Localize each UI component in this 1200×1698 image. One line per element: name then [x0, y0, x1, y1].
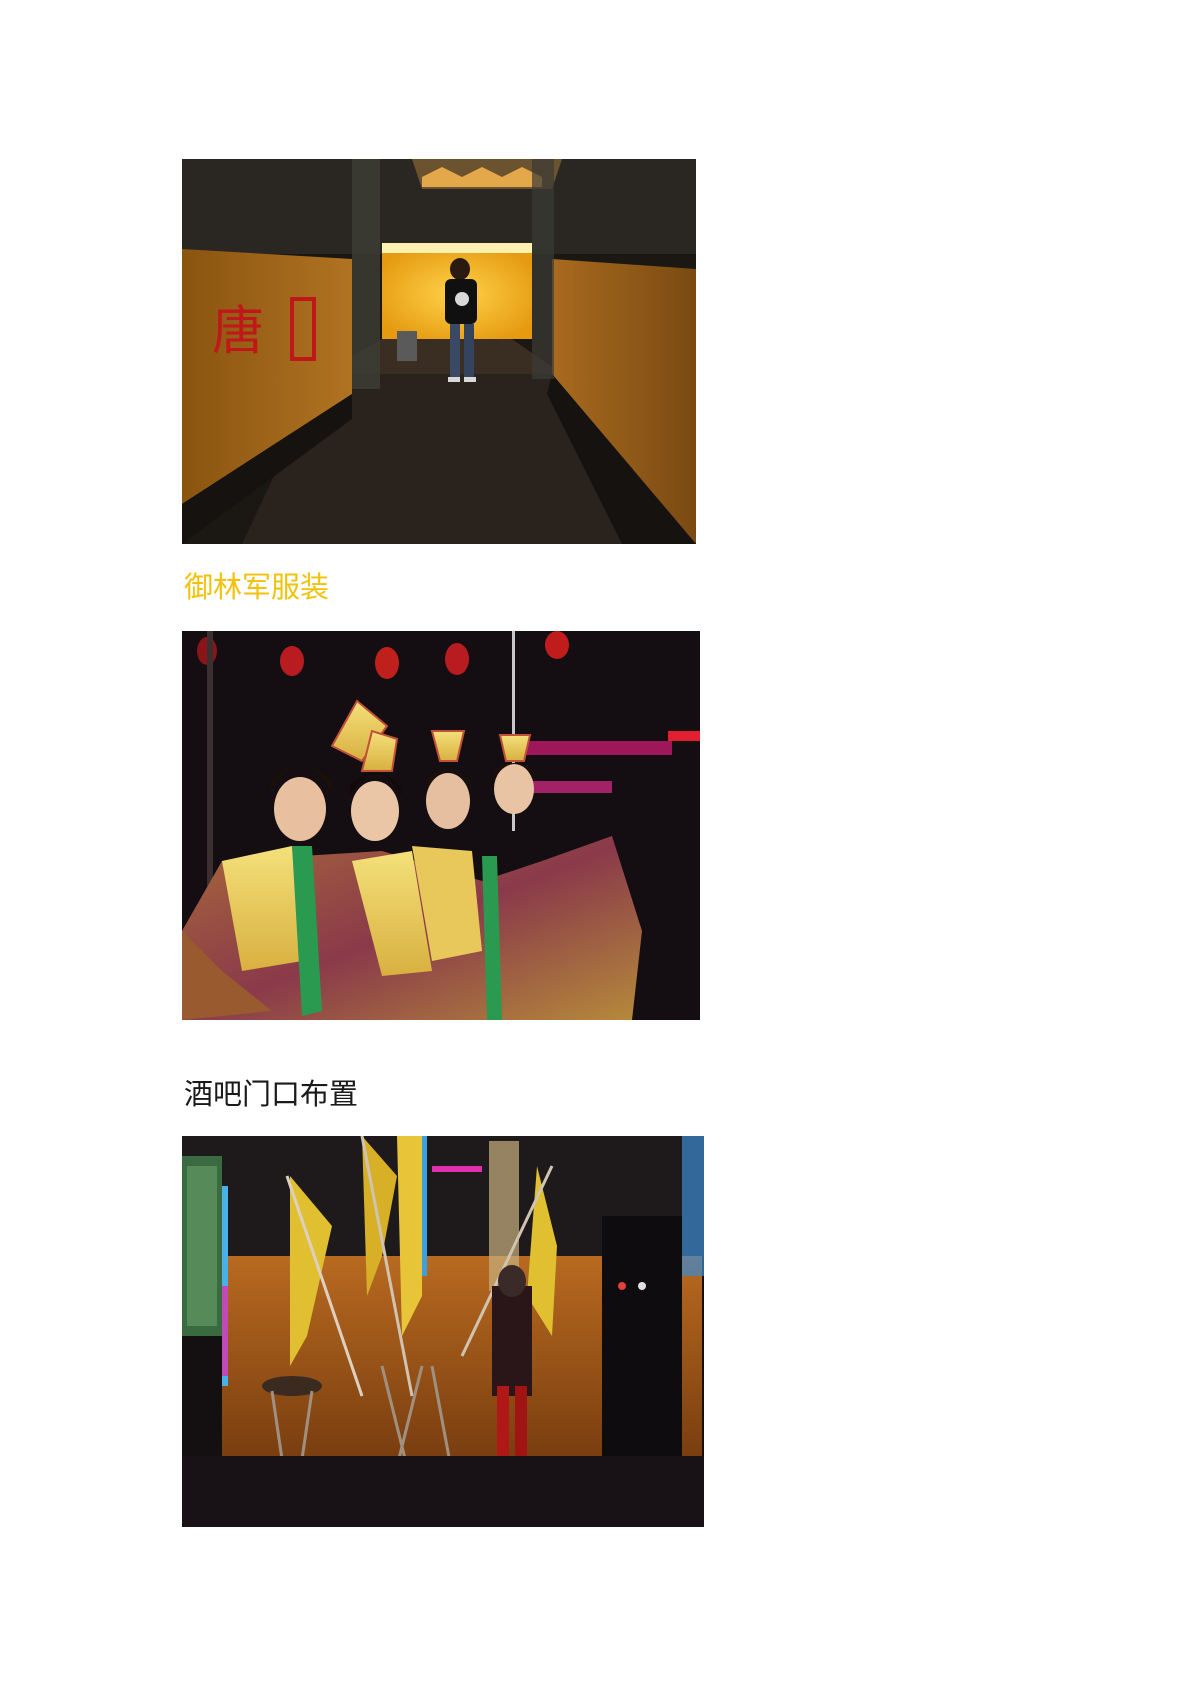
imperial-guard-costume-caption: 御林军服装: [184, 570, 330, 604]
bar-corridor-photo: 唐: [182, 159, 696, 544]
bar-entrance-decoration-caption: 酒吧门口布置: [184, 1077, 359, 1111]
costumed-performers-photo: [182, 631, 700, 1020]
bar-entrance-flags-photo: [182, 1136, 704, 1527]
wall-sign: 唐: [212, 302, 264, 362]
